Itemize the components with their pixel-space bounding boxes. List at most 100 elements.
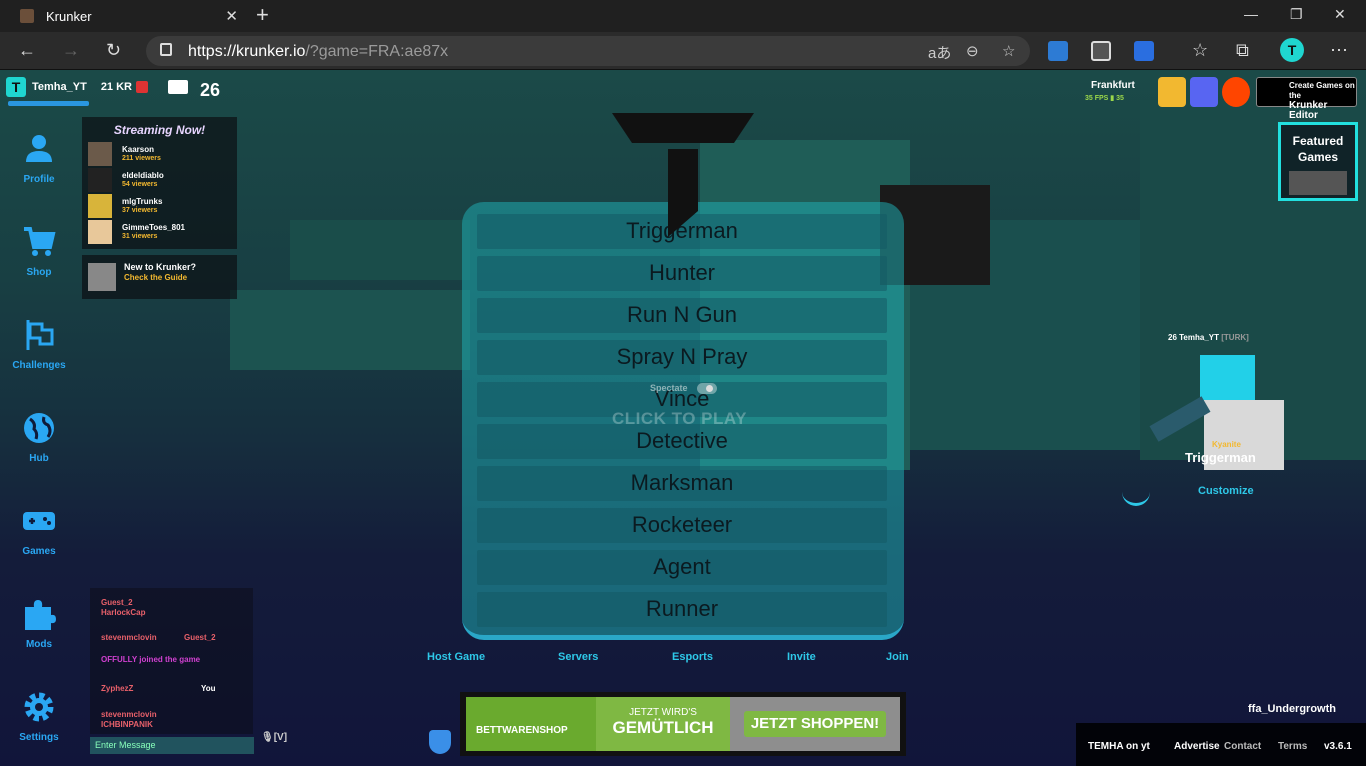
streaming-panel: Streaming Now! Kaarson 211 viewers eldel… <box>82 117 237 249</box>
chat-log: Guest_2 HarlockCap stevenmclovin Guest_2… <box>90 588 253 734</box>
avatar <box>88 142 112 166</box>
sidebar-item-label: Mods <box>25 639 53 650</box>
reddit-icon[interactable] <box>1222 77 1250 107</box>
more-menu-icon[interactable]: ⋯ <box>1330 40 1348 60</box>
servers-link[interactable]: Servers <box>558 651 598 663</box>
sidebar-item-challenges[interactable]: Challenges <box>8 318 70 371</box>
game-viewport[interactable]: T Temha_YT 21 KR 26 Profile Shop Challen… <box>0 70 1366 766</box>
mic-hint: [V] <box>273 732 288 743</box>
ad-cta: JETZT SHOPPEN! <box>730 697 900 751</box>
streamer-entry[interactable]: mlgTrunks 37 viewers <box>88 194 238 218</box>
spray-icon[interactable] <box>1122 478 1150 506</box>
extension-icon[interactable] <box>1048 41 1068 61</box>
xp-bar <box>8 101 89 106</box>
maximize-icon[interactable]: ❐ <box>1290 6 1303 23</box>
extension-icon[interactable] <box>1091 41 1111 61</box>
mic-icon[interactable]: 🎙[V] <box>261 732 287 743</box>
address-bar[interactable]: https://krunker.io/?game=FRA:ae87x aあ ⊖ … <box>146 36 1030 66</box>
skin-name: Kyanite <box>1212 440 1241 449</box>
class-option[interactable]: Agent <box>477 550 887 585</box>
class-option[interactable]: Rocketeer <box>477 508 887 543</box>
sidebar-item-label: Challenges <box>12 360 66 371</box>
shield-icon[interactable] <box>429 730 451 754</box>
advertise-link[interactable]: Advertise <box>1174 741 1220 752</box>
ad-text: JETZT WIRD'S GEMÜTLICH <box>596 697 730 751</box>
streamer-entry[interactable]: GimmeToes_801 31 viewers <box>88 220 238 244</box>
guide-panel[interactable]: New to Krunker? Check the Guide <box>82 255 237 299</box>
sidebar-item-games[interactable]: Games <box>8 504 70 557</box>
profile-avatar[interactable]: T <box>1280 38 1304 62</box>
sidebar-item-shop[interactable]: Shop <box>8 225 70 278</box>
class-option[interactable]: Detective <box>477 424 887 459</box>
terms-link[interactable]: Terms <box>1278 741 1307 752</box>
lock-icon <box>160 43 172 56</box>
kr-count: 21 KR <box>100 81 132 93</box>
chat-message: You <box>201 684 216 693</box>
chat-message: Guest_2 <box>101 598 133 607</box>
scene-wall <box>230 290 470 370</box>
class-option[interactable]: Hunter <box>477 256 887 291</box>
username[interactable]: Temha_YT <box>32 81 87 93</box>
featured-games-button[interactable]: Featured Games <box>1278 122 1358 201</box>
krunker-favicon-icon <box>20 9 34 23</box>
favorites-icon[interactable]: ☆ <box>1192 40 1208 60</box>
sidebar-item-hub[interactable]: Hub <box>8 411 70 464</box>
chat-message: OFFULLY joined the game <box>101 655 201 664</box>
browser-nav-bar: ← → ↻ https://krunker.io/?game=FRA:ae87x… <box>0 32 1366 70</box>
user-bar: T Temha_YT 21 KR <box>6 76 188 98</box>
contact-link[interactable]: Contact <box>1224 741 1261 752</box>
url-text: https://krunker.io/?game=FRA:ae87x <box>188 43 449 60</box>
back-button[interactable]: ← <box>18 40 36 60</box>
chat-message: HarlockCap <box>101 608 146 617</box>
krunker-editor-button[interactable]: Create Games on the Krunker Editor <box>1256 77 1357 121</box>
player-nametag: 26 Temha_YT [TURK] <box>1168 333 1249 342</box>
streamer-name: GimmeToes_801 <box>122 223 185 232</box>
new-tab-button[interactable]: + <box>256 4 269 26</box>
streamer-entry[interactable]: eldeldiablo 54 viewers <box>88 168 238 192</box>
guide-link[interactable]: Check the Guide <box>124 273 187 282</box>
spectate-toggle[interactable] <box>697 383 717 394</box>
browser-tab-bar: Krunker ✕ + — ❐ ✕ <box>0 0 1366 32</box>
streaming-title: Streaming Now! <box>113 123 206 137</box>
ad-content: BETTWARENSHOP JETZT WIRD'S GEMÜTLICH JET… <box>466 697 900 751</box>
click-to-play[interactable]: CLICK TO PLAY <box>612 409 747 429</box>
ad-banner[interactable]: BETTWARENSHOP JETZT WIRD'S GEMÜTLICH JET… <box>460 692 906 756</box>
sidebar-item-settings[interactable]: Settings <box>8 690 70 743</box>
class-option[interactable]: Spray N Pray <box>477 340 887 375</box>
close-window-icon[interactable]: ✕ <box>1334 6 1346 23</box>
customize-link[interactable]: Customize <box>1198 485 1254 497</box>
discord-icon[interactable] <box>1190 77 1218 107</box>
zoom-icon[interactable]: ⊖ <box>966 42 979 60</box>
extension-icon[interactable] <box>1134 41 1154 61</box>
host-game-link[interactable]: Host Game <box>427 651 485 663</box>
streamer-entry[interactable]: Kaarson 211 viewers <box>88 142 238 166</box>
sidebar-item-label: Games <box>22 546 56 557</box>
mail-icon[interactable] <box>168 80 188 94</box>
invite-link[interactable]: Invite <box>787 651 816 663</box>
sidebar-item-mods[interactable]: Mods <box>8 597 70 650</box>
esports-link[interactable]: Esports <box>672 651 713 663</box>
minimize-icon[interactable]: — <box>1244 6 1258 22</box>
close-tab-icon[interactable]: ✕ <box>225 7 238 25</box>
sidebar-item-profile[interactable]: Profile <box>8 132 70 185</box>
chat-input[interactable]: Enter Message <box>90 737 254 754</box>
gear-icon <box>24 692 54 722</box>
globe-icon <box>24 413 54 443</box>
read-aloud-icon[interactable]: aあ <box>928 42 951 63</box>
reload-button[interactable]: ↻ <box>106 40 121 60</box>
kr-add-icon[interactable] <box>136 81 148 93</box>
featured-thumbnail <box>1289 171 1347 195</box>
avatar <box>88 168 112 192</box>
favorite-add-icon[interactable]: ☆ <box>1002 42 1015 60</box>
class-option[interactable]: Runner <box>477 592 887 627</box>
browser-tab[interactable]: Krunker ✕ <box>8 0 246 32</box>
download-icon[interactable] <box>1158 77 1186 107</box>
collections-icon[interactable]: ⧉ <box>1236 40 1249 60</box>
forward-button[interactable]: → <box>62 40 80 60</box>
footer-creator[interactable]: TEMHA on yt <box>1088 741 1150 752</box>
class-option[interactable]: Marksman <box>477 466 887 501</box>
class-option[interactable]: Run N Gun <box>477 298 887 333</box>
join-link[interactable]: Join <box>886 651 909 663</box>
chat-message: Guest_2 <box>184 633 216 642</box>
gamepad-icon <box>23 512 55 530</box>
